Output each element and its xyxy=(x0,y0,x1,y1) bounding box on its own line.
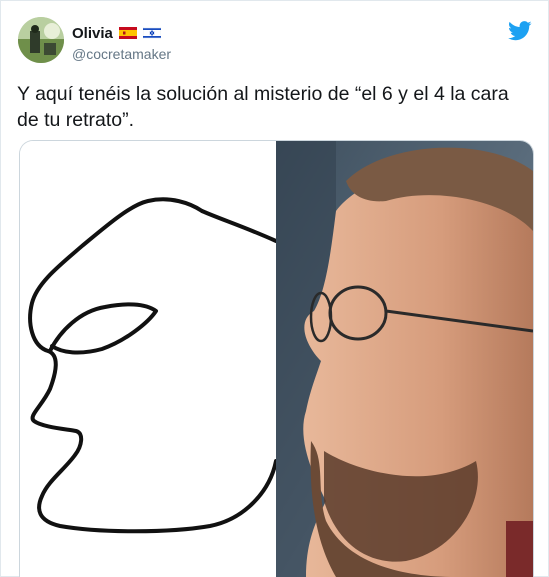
author-handle[interactable]: @cocretamaker xyxy=(72,46,171,62)
author-row: Olivia xyxy=(72,23,161,43)
tweet-media[interactable] xyxy=(19,140,534,577)
tweet-card: Olivia @cocretamaker Y aquí tenéis la so… xyxy=(0,0,549,577)
drawing-panel xyxy=(20,141,278,577)
twitter-bird-icon[interactable] xyxy=(508,20,532,42)
portrait-photo xyxy=(276,141,533,577)
line-drawing-face xyxy=(28,197,278,534)
avatar-image xyxy=(18,17,64,63)
spain-flag-icon xyxy=(118,27,137,39)
israel-flag-icon xyxy=(142,27,161,39)
display-name[interactable]: Olivia xyxy=(72,25,113,42)
photo-panel xyxy=(276,141,533,577)
tweet-text: Y aquí tenéis la solución al misterio de… xyxy=(17,83,509,131)
avatar[interactable] xyxy=(18,17,64,63)
